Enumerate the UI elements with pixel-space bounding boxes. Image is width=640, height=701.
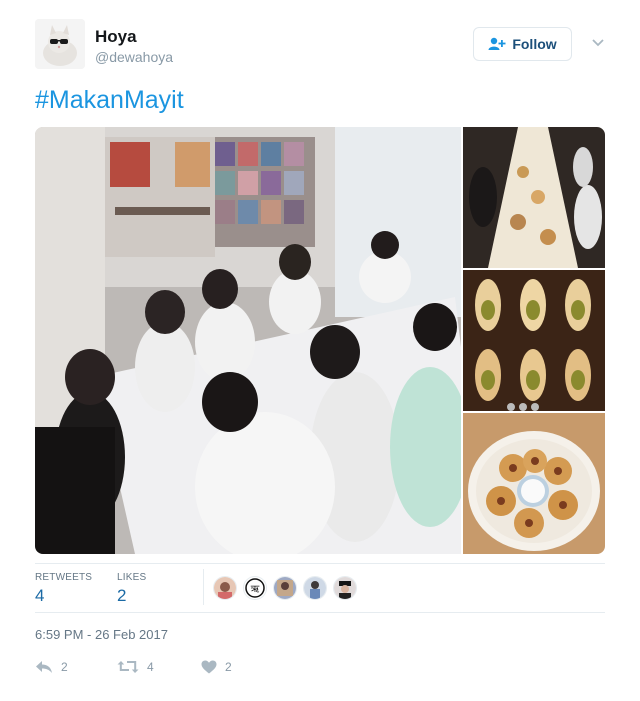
reply-icon [36, 661, 52, 673]
liker-avatar[interactable] [213, 576, 237, 600]
follow-button[interactable]: Follow [473, 27, 572, 61]
reply-button[interactable]: 2 [35, 660, 68, 674]
avatar[interactable] [35, 19, 85, 69]
stats-divider [203, 569, 204, 605]
retweet-button[interactable]: 4 [117, 660, 154, 674]
liker-avatar[interactable] [303, 576, 327, 600]
dinner-party-photo[interactable] [35, 127, 461, 554]
likes-count[interactable]: 2 [117, 586, 126, 606]
likers-avatars: ऋ [213, 576, 357, 600]
retweet-icon [117, 661, 139, 673]
tweet-timestamp[interactable]: 6:59 PM - 26 Feb 2017 [35, 627, 168, 642]
display-name[interactable]: Hoya [95, 27, 137, 47]
hashtag-link[interactable]: #MakanMayit [35, 86, 184, 115]
long-table-photo[interactable] [463, 127, 605, 268]
svg-text:ऋ: ऋ [251, 584, 260, 595]
separator [35, 563, 605, 564]
cat-with-sunglasses-image [35, 19, 85, 69]
more-options-button[interactable] [589, 36, 607, 50]
tweet-card: Hoya @dewahoya Follow #MakanMayit RETWEE… [0, 0, 640, 701]
heart-icon [201, 660, 217, 674]
chevron-down-icon [592, 39, 604, 47]
follow-label: Follow [512, 36, 557, 52]
liker-avatar[interactable] [333, 576, 357, 600]
dumplings-plate-photo[interactable] [463, 413, 605, 554]
separator [35, 612, 605, 613]
retweets-label: RETWEETS [35, 572, 93, 583]
body-shaped-food-photo[interactable] [463, 270, 605, 411]
like-count: 2 [225, 660, 232, 674]
username-handle[interactable]: @dewahoya [95, 49, 173, 65]
reply-count: 2 [61, 660, 68, 674]
likes-label: LIKES [117, 572, 147, 583]
liker-avatar[interactable]: ऋ [243, 576, 267, 600]
media-grid [35, 127, 605, 554]
add-user-icon [488, 37, 506, 50]
liker-avatar[interactable] [273, 576, 297, 600]
like-button[interactable]: 2 [201, 660, 232, 674]
retweets-count[interactable]: 4 [35, 586, 44, 606]
retweet-count: 4 [147, 660, 154, 674]
